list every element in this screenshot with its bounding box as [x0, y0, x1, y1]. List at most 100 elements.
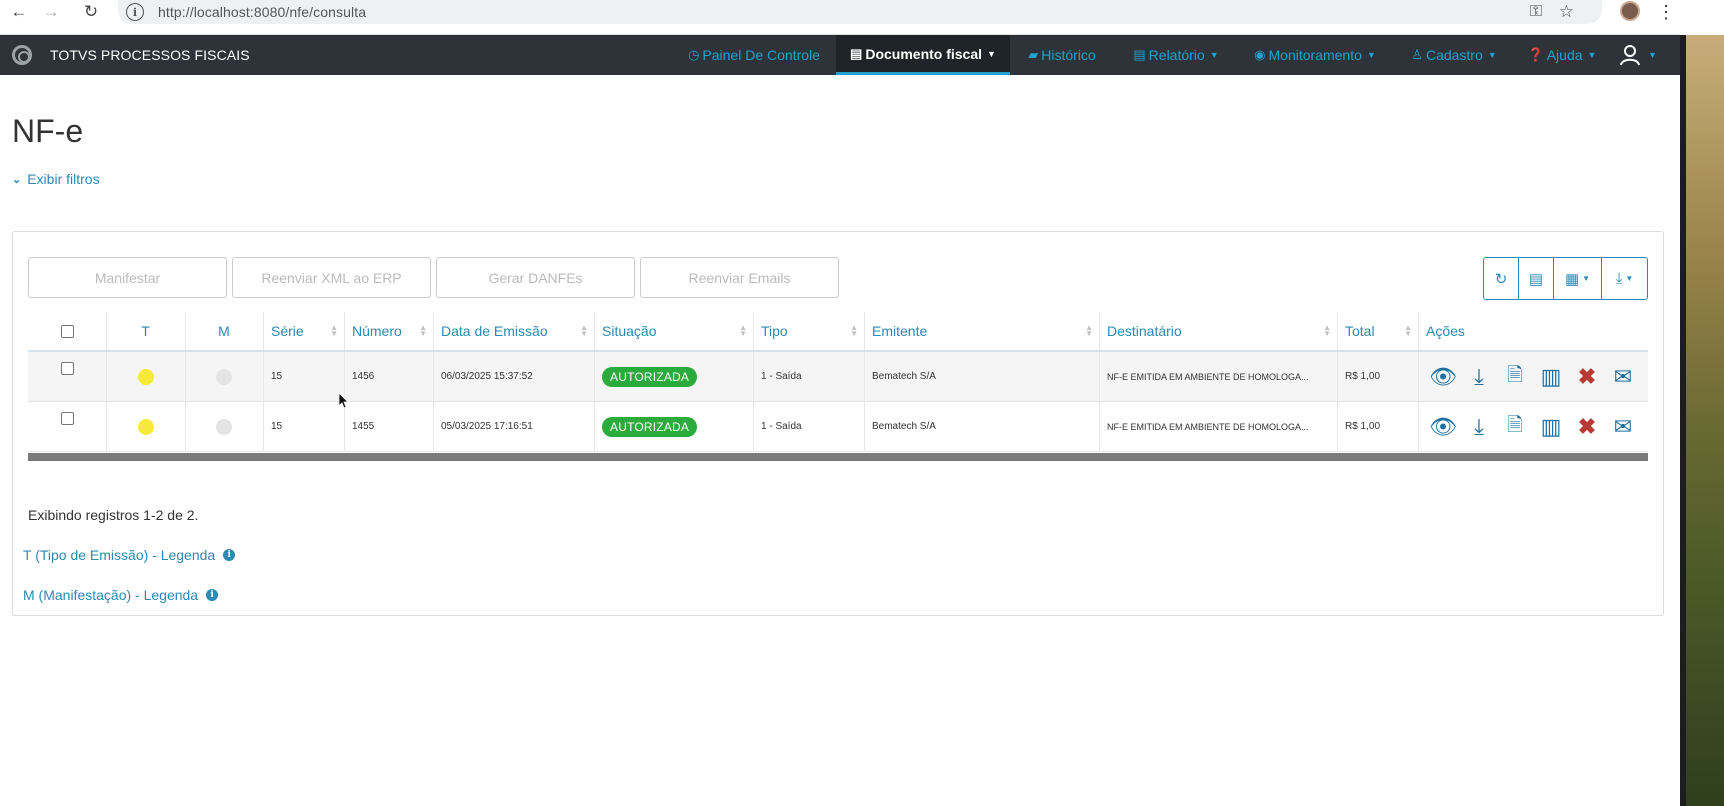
reenviar-xml-button[interactable]: Reenviar XML ao ERP — [232, 257, 431, 298]
show-filters-label: Exibir filtros — [27, 171, 100, 187]
row-checkbox[interactable] — [60, 362, 74, 375]
status-badge: AUTORIZADA — [602, 366, 698, 387]
tipo-emissao-cell — [106, 352, 185, 401]
reload-icon[interactable]: ↻ — [76, 0, 106, 24]
col-emitente[interactable]: Emitente ▲ ▼ — [864, 312, 1099, 350]
legend-tipo-emissao-link[interactable]: T (Tipo de Emissão) - Legenda i — [23, 547, 236, 563]
download-icon: ⤓ — [1615, 270, 1623, 287]
chevron-down-icon: ▼ — [1582, 274, 1591, 283]
columns-button[interactable]: ▦ ▼ — [1554, 257, 1602, 300]
browser-menu-icon[interactable]: ⋮ — [1656, 0, 1676, 24]
view-eye-icon[interactable]: 👁 — [1429, 364, 1457, 390]
site-info-icon[interactable]: i — [126, 3, 144, 21]
chevron-down-icon: ▼ — [1625, 274, 1634, 283]
sort-icon: ▲ ▼ — [739, 323, 747, 338]
nav-monitoramento-label: Monitoramento — [1268, 47, 1362, 63]
chevron-down-icon: ▼ — [987, 48, 996, 59]
records-summary: Exibindo registros 1-2 de 2. — [28, 507, 199, 523]
col-t[interactable]: T — [106, 312, 185, 350]
manifestar-button[interactable]: Manifestar — [28, 257, 227, 298]
envelope-icon[interactable]: ✉ — [1610, 414, 1636, 440]
nav-painel-label: Painel De Controle — [702, 47, 820, 63]
brand-title: TOTVS PROCESSOS FISCAIS — [50, 47, 250, 63]
list-icon: ▤ — [1528, 270, 1544, 288]
col-data-emissao[interactable]: Data de Emissão ▲ ▼ — [433, 312, 594, 350]
barcode-icon[interactable]: ▥ — [1538, 414, 1564, 440]
nav-painel-de-controle[interactable]: ◷ Painel De Controle — [680, 35, 828, 75]
pdf-file-icon[interactable]: 🗎 — [1502, 411, 1528, 443]
select-all-checkbox[interactable] — [60, 324, 74, 338]
mouse-cursor-icon — [339, 393, 349, 409]
envelope-icon[interactable]: ✉ — [1610, 364, 1636, 390]
col-acoes: Ações — [1426, 323, 1465, 339]
col-total[interactable]: Total ▲ ▼ — [1337, 312, 1418, 350]
dashboard-icon: ◷ — [688, 47, 700, 62]
row-select-cell — [28, 402, 106, 451]
chevron-down-icon: ▼ — [1587, 50, 1597, 60]
desktop-background-top — [1680, 0, 1724, 35]
brand[interactable]: TOTVS PROCESSOS FISCAIS — [12, 35, 250, 75]
download-icon[interactable]: ⤓ — [1466, 364, 1492, 390]
col-situacao[interactable]: Situação ▲ ▼ — [594, 312, 753, 350]
emitente-cell: Bematech S/A — [872, 371, 936, 382]
barcode-icon[interactable]: ▥ — [1538, 364, 1564, 390]
tipo-emissao-indicator — [137, 368, 154, 385]
show-filters-link[interactable]: ⌄ Exibir filtros — [12, 171, 100, 187]
pdf-file-icon[interactable]: 🗎 — [1502, 361, 1528, 393]
nav-monitoramento[interactable]: ◉ Monitoramento ▼ — [1246, 35, 1384, 75]
cancel-x-icon[interactable]: ✖ — [1574, 364, 1600, 390]
nav-historico[interactable]: ▰ Histórico — [1020, 35, 1104, 75]
table-row[interactable]: 15 1455 05/03/2025 17:16:51 AUTORIZADA 1… — [28, 402, 1648, 452]
help-icon: ❓ — [1527, 47, 1544, 62]
table-row[interactable]: 15 1456 06/03/2025 15:37:52 AUTORIZADA 1… — [28, 352, 1648, 402]
tipo-cell: 1 - Saída — [761, 371, 802, 382]
refresh-button[interactable]: ↻ — [1483, 257, 1519, 300]
row-checkbox[interactable] — [60, 412, 74, 425]
profile-avatar[interactable] — [1620, 1, 1640, 21]
nav-cadastro-label: Cadastro — [1425, 47, 1483, 63]
desktop-background — [1680, 35, 1724, 806]
user-icon — [1620, 45, 1640, 66]
col-destinatario[interactable]: Destinatário ▲ ▼ — [1099, 312, 1337, 350]
legend-manifestacao-link[interactable]: M (Manifestação) - Legenda i — [23, 587, 219, 603]
chevron-down-icon: ▼ — [1648, 50, 1657, 60]
nav-ajuda[interactable]: ❓ Ajuda ▼ — [1526, 35, 1598, 75]
nav-documento-fiscal[interactable]: ▤ Documento fiscal ▼ — [836, 35, 1010, 75]
sort-icon: ▲ ▼ — [330, 323, 338, 338]
nav-relatorio[interactable]: ▤ Relatório ▼ — [1128, 35, 1224, 75]
col-serie[interactable]: Série ▲ ▼ — [263, 312, 344, 350]
chevron-down-icon: ▼ — [1209, 50, 1219, 60]
view-eye-icon[interactable]: 👁 — [1429, 414, 1457, 440]
col-numero[interactable]: Número ▲ ▼ — [344, 312, 433, 350]
col-destinatario-label: Destinatário — [1107, 323, 1182, 339]
gerar-danfes-button[interactable]: Gerar DANFEs — [436, 257, 635, 298]
table-tools: ↻ ▤ ▦ ▼ ⤓ ▼ — [1483, 257, 1648, 300]
forward-icon[interactable]: → — [36, 0, 66, 24]
col-tipo[interactable]: Tipo ▲ ▼ — [753, 312, 864, 350]
app-navbar: TOTVS PROCESSOS FISCAIS ◷ Painel De Cont… — [0, 35, 1680, 75]
export-button[interactable]: ⤓ ▼ — [1602, 257, 1648, 300]
sort-icon: ▲ ▼ — [419, 323, 427, 338]
nav-ajuda-label: Ajuda — [1546, 47, 1583, 63]
key-icon[interactable]: ⚿ — [1530, 3, 1542, 21]
serie-cell: 15 — [271, 421, 283, 432]
user-menu[interactable]: ▼ — [1620, 35, 1657, 75]
toggle-view-button[interactable]: ▤ — [1519, 257, 1554, 300]
situacao-cell: AUTORIZADA — [594, 352, 753, 401]
numero-cell: 1456 — [352, 371, 375, 382]
reenviar-emails-button[interactable]: Reenviar Emails — [640, 257, 839, 298]
cancel-x-icon[interactable]: ✖ — [1574, 414, 1600, 440]
numero-cell: 1455 — [352, 421, 375, 432]
back-icon[interactable]: ← — [4, 0, 34, 24]
horizontal-scrollbar[interactable] — [28, 453, 1648, 461]
bookmark-star-icon[interactable]: ☆ — [1559, 2, 1574, 22]
tipo-emissao-cell — [106, 402, 185, 451]
address-bar[interactable]: i http://localhost:8080/nfe/consulta ⚿ ☆ — [118, 0, 1602, 24]
url-text[interactable]: http://localhost:8080/nfe/consulta — [158, 4, 366, 20]
nav-cadastro[interactable]: ♙ Cadastro ▼ — [1406, 35, 1502, 75]
page-title: NF-e — [12, 113, 84, 149]
download-icon[interactable]: ⤓ — [1466, 414, 1492, 440]
col-m[interactable]: M — [185, 312, 263, 350]
user-icon: ♙ — [1411, 47, 1423, 62]
tipo-emissao-indicator — [137, 418, 154, 435]
